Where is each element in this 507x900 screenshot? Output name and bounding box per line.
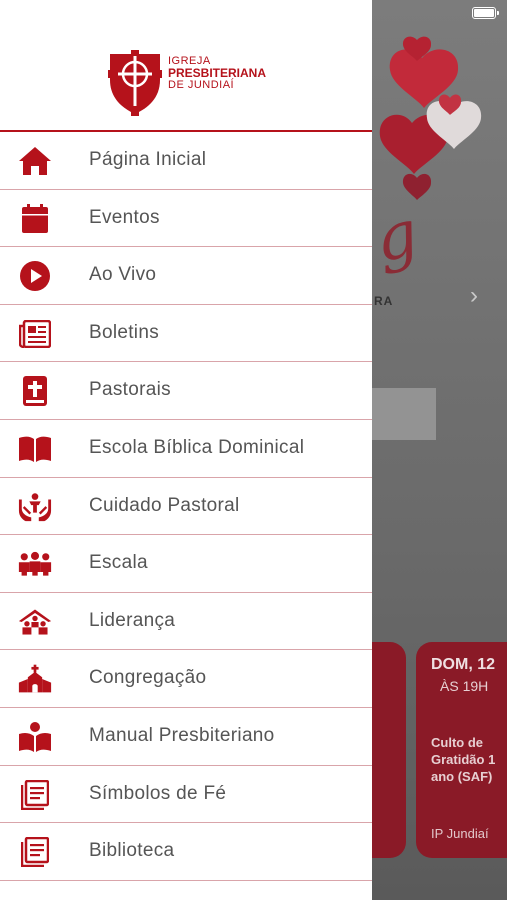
open-book-icon [18, 432, 52, 466]
church-logo-icon [108, 50, 162, 116]
menu-item-eventos[interactable]: Eventos [0, 189, 372, 248]
navigation-drawer: IGREJA PRESBITERIANA DE JUNDIAÍ Página I… [0, 0, 372, 900]
background-panel [372, 388, 436, 440]
menu-item-cuidado-pastoral[interactable]: Cuidado Pastoral [0, 477, 372, 536]
library-icon [18, 835, 52, 869]
document-list-icon [18, 778, 52, 812]
leadership-icon [18, 605, 52, 639]
bible-icon [18, 374, 52, 408]
menu-item-escola-biblica-dominical[interactable]: Escola Bíblica Dominical [0, 419, 372, 478]
church-icon [18, 662, 52, 696]
menu-item-pastorais[interactable]: Pastorais [0, 362, 372, 420]
banner-text-fragment: RA [374, 294, 394, 308]
event-location: IP Jundiaí [431, 826, 489, 841]
church-logo-text: IGREJA PRESBITERIANA DE JUNDIAÍ [168, 55, 267, 91]
play-circle-icon [18, 259, 52, 293]
battery-icon [472, 7, 499, 19]
home-icon [18, 144, 52, 178]
menu-item-lideranca[interactable]: Liderança [0, 592, 372, 651]
hands-care-icon [18, 490, 52, 524]
drawer-menu: Página Inicial Eventos Ao Vivo Boletins … [0, 132, 372, 881]
heart-decoration [379, 36, 482, 200]
menu-item-congregacao[interactable]: Congregação [0, 650, 372, 708]
menu-item-simbolos-de-fe[interactable]: Símbolos de Fé [0, 765, 372, 824]
event-card[interactable]: DOM, 12 ÀS 19H Culto de Gratidão 1 ano (… [416, 642, 507, 858]
drawer-header: IGREJA PRESBITERIANA DE JUNDIAÍ [0, 0, 372, 132]
menu-item-manual-presbiteriano[interactable]: Manual Presbiteriano [0, 707, 372, 766]
menu-item-boletins[interactable]: Boletins [0, 304, 372, 363]
event-title: Culto de Gratidão 1 ano (SAF) [431, 735, 496, 784]
menu-item-ao-vivo[interactable]: Ao Vivo [0, 247, 372, 305]
reader-icon [18, 720, 52, 754]
event-date: DOM, 12 [431, 656, 496, 673]
group-icon [18, 547, 52, 581]
event-time: ÀS 19H [440, 678, 489, 694]
newspaper-icon [18, 317, 52, 351]
calendar-icon [18, 202, 52, 236]
menu-item-pagina-inicial[interactable]: Página Inicial [0, 132, 372, 190]
menu-item-biblioteca[interactable]: Biblioteca [0, 823, 372, 881]
chevron-right-icon[interactable]: › [470, 282, 478, 310]
menu-item-escala[interactable]: Escala [0, 535, 372, 593]
